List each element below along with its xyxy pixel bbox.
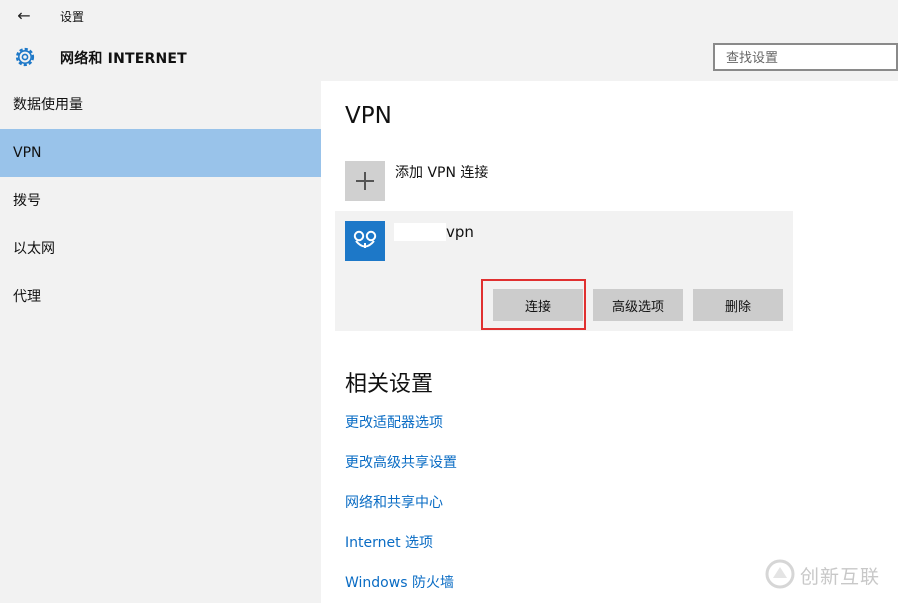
sidebar-item-proxy[interactable]: 代理	[0, 273, 321, 321]
sidebar-item-data-usage[interactable]: 数据使用量	[0, 81, 321, 129]
add-vpn-button[interactable]: 添加 VPN 连接	[345, 161, 645, 201]
link-adapter-options[interactable]: 更改适配器选项	[345, 412, 443, 432]
delete-button[interactable]: 删除	[693, 289, 783, 321]
link-internet-options[interactable]: Internet 选项	[345, 532, 433, 552]
sidebar-item-vpn[interactable]: VPN	[0, 129, 321, 177]
vpn-connection-name: vpn	[446, 223, 474, 241]
page-title: VPN	[345, 103, 392, 129]
link-windows-firewall[interactable]: Windows 防火墙	[345, 572, 454, 592]
advanced-options-button[interactable]: 高级选项	[593, 289, 683, 321]
watermark-logo-icon	[765, 559, 795, 589]
add-vpn-label: 添加 VPN 连接	[395, 165, 489, 181]
redacted-name-mask	[394, 223, 446, 241]
sidebar-item-dialup[interactable]: 拨号	[0, 177, 321, 225]
back-arrow-icon[interactable]: ←	[12, 6, 36, 26]
plus-icon	[345, 161, 385, 201]
title-bar: ← 设置	[0, 0, 898, 32]
gear-icon	[15, 47, 35, 67]
sidebar: 数据使用量 VPN 拨号 以太网 代理	[0, 81, 321, 603]
watermark: 创新互联	[760, 556, 895, 592]
window-title: 设置	[60, 10, 85, 24]
search-input[interactable]	[724, 46, 898, 70]
vpn-connection-icon	[345, 221, 385, 261]
watermark-text: 创新互联	[800, 566, 881, 588]
page-header: 网络和 INTERNET	[0, 32, 898, 81]
related-settings-title: 相关设置	[345, 372, 434, 397]
vpn-connection-card[interactable]: vpn 连接 高级选项 删除	[335, 211, 793, 331]
link-advanced-sharing[interactable]: 更改高级共享设置	[345, 452, 457, 472]
search-box[interactable]	[713, 43, 898, 71]
section-title: 网络和 INTERNET	[60, 51, 187, 67]
main-content: VPN 添加 VPN 连接 vpn 连接 高级选项 删除 相关设置 更改适配器选…	[321, 81, 898, 603]
sidebar-item-ethernet[interactable]: 以太网	[0, 225, 321, 273]
connect-button[interactable]: 连接	[493, 289, 583, 321]
link-sharing-center[interactable]: 网络和共享中心	[345, 492, 443, 512]
